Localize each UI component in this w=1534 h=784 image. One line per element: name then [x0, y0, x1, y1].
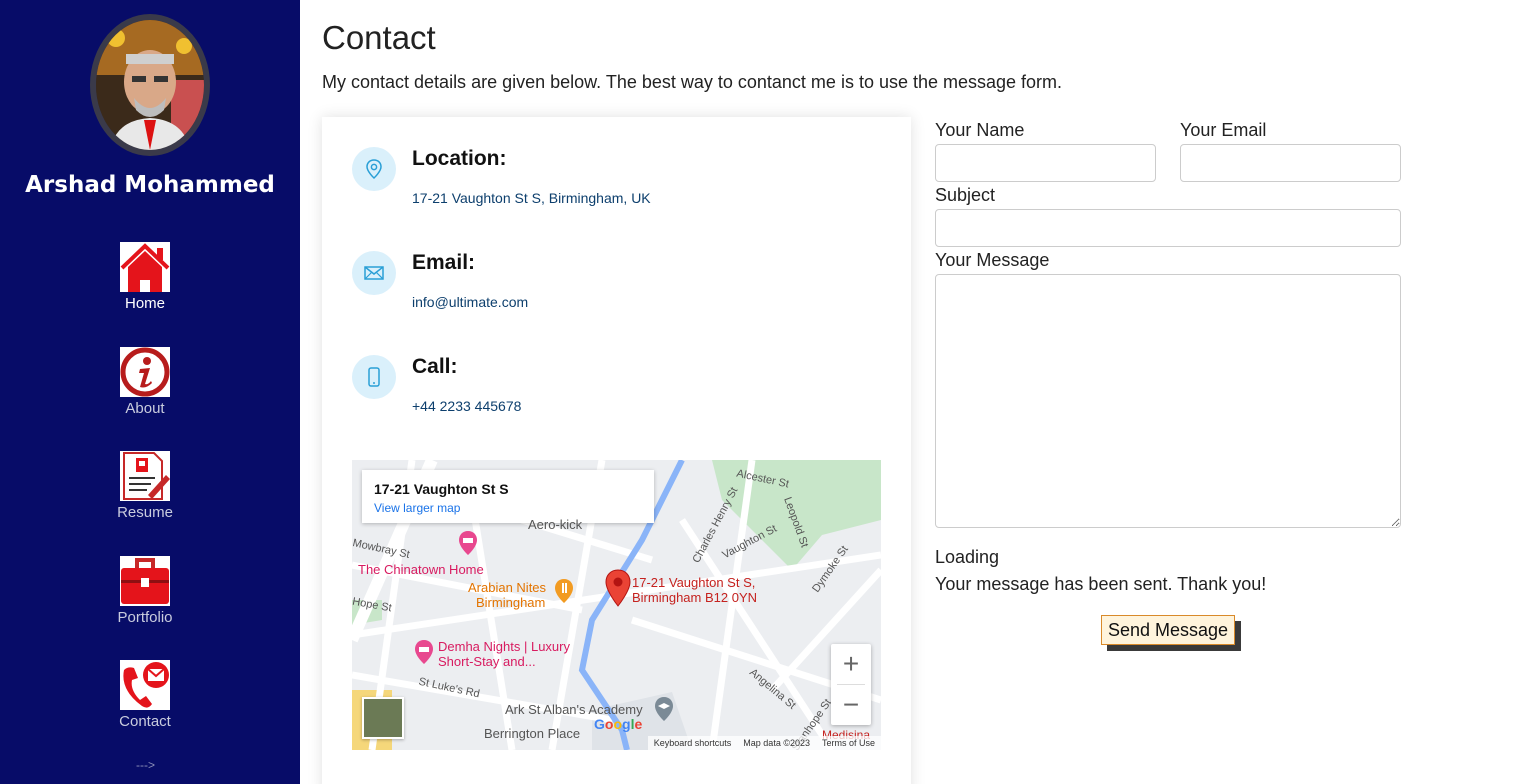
contact-info-card: Location: 17-21 Vaughton St S, Birmingha… [322, 117, 911, 784]
nav-label: About [125, 400, 165, 417]
subject-label: Subject [935, 185, 996, 205]
resume-icon [120, 451, 170, 501]
nav-label: Resume [117, 504, 173, 521]
envelope-icon [352, 251, 396, 295]
map-marker-icon[interactable] [605, 569, 631, 607]
message-textarea[interactable] [935, 274, 1401, 528]
location-text: 17-21 Vaughton St S, Birmingham, UK [412, 190, 651, 206]
hotel-poi-icon[interactable] [414, 639, 434, 665]
hotel-poi-icon[interactable] [458, 530, 478, 556]
nav-item-home[interactable]: Home [95, 242, 195, 312]
keyboard-shortcuts-link[interactable]: Keyboard shortcuts [654, 738, 732, 748]
briefcase-icon [120, 556, 170, 606]
map-pin-label-2: Birmingham B12 0YN [632, 590, 757, 605]
name-input[interactable] [935, 144, 1156, 182]
map-place-aero[interactable]: Aero-kick [528, 517, 582, 532]
nav-item-about[interactable]: About [95, 347, 195, 417]
location-title: Location: [412, 147, 507, 170]
zoom-in-button[interactable]: + [831, 644, 871, 684]
phone-icon [352, 355, 396, 399]
map-popup-title: 17-21 Vaughton St S [374, 481, 509, 497]
nav-item-contact[interactable]: Contact [95, 660, 195, 730]
map-place-demha-1[interactable]: Demha Nights | Luxury [438, 639, 570, 654]
name-label: Your Name [935, 120, 1025, 140]
call-title: Call: [412, 355, 458, 378]
map-place-berrington[interactable]: Berrington Place [484, 726, 580, 741]
map-info-popup: 17-21 Vaughton St S View larger map [362, 470, 654, 523]
sidebar: Arshad Mohammed Home About Resume Portfo… [0, 0, 300, 784]
map-place-demha-2[interactable]: Short-Stay and... [438, 654, 536, 669]
subject-input[interactable] [935, 209, 1401, 247]
intro-text: My contact details are given below. The … [322, 72, 1063, 92]
nav-label: Home [124, 295, 165, 312]
map-attribution: Keyboard shortcuts Map data ©2023 Terms of… [647, 736, 881, 750]
satellite-toggle-button[interactable] [362, 697, 404, 739]
map-place-arabian-2[interactable]: Birmingham [476, 595, 545, 610]
map-place-chinatown[interactable]: The Chinatown Home [358, 562, 484, 577]
map-place-arabian-1[interactable]: Arabian Nites [468, 580, 546, 595]
restaurant-poi-icon[interactable] [554, 578, 574, 604]
nav-item-resume[interactable]: Resume [95, 451, 195, 521]
more-arrow[interactable]: ---> [136, 758, 155, 772]
view-larger-map-link[interactable]: View larger map [374, 501, 460, 515]
phone-mail-icon [120, 660, 170, 710]
map-zoom-control: + − [831, 644, 871, 725]
owner-name: Arshad Mohammed [25, 172, 275, 198]
zoom-out-button[interactable]: − [831, 685, 871, 725]
email-label: Your Email [1180, 120, 1267, 140]
embedded-map[interactable]: 17-21 Vaughton St S View larger map 17-2… [352, 460, 881, 750]
loading-text: Loading [935, 547, 1000, 567]
nav-label: Portfolio [117, 609, 173, 626]
info-icon [120, 347, 170, 397]
sent-message: Your message has been sent. Thank you! [935, 574, 1267, 594]
google-logo: Google [594, 716, 643, 732]
email-text[interactable]: info@ultimate.com [412, 294, 528, 310]
call-text[interactable]: +44 2233 445678 [412, 398, 521, 414]
send-message-button[interactable]: Send Message [1101, 615, 1235, 645]
school-poi-icon[interactable] [653, 696, 675, 722]
map-pin-label-1: 17-21 Vaughton St S, [632, 575, 756, 590]
nav-label: Contact [119, 713, 171, 730]
terms-link[interactable]: Terms of Use [822, 738, 875, 748]
map-place-ark[interactable]: Ark St Alban's Academy [505, 702, 643, 717]
avatar [90, 14, 210, 156]
home-icon [120, 242, 170, 292]
page-title: Contact [322, 19, 436, 56]
map-pin-icon [352, 147, 396, 191]
message-label: Your Message [935, 250, 1050, 270]
nav-item-portfolio[interactable]: Portfolio [95, 556, 195, 626]
map-data-text: Map data ©2023 [743, 738, 810, 748]
email-title: Email: [412, 251, 476, 274]
email-input[interactable] [1180, 144, 1401, 182]
